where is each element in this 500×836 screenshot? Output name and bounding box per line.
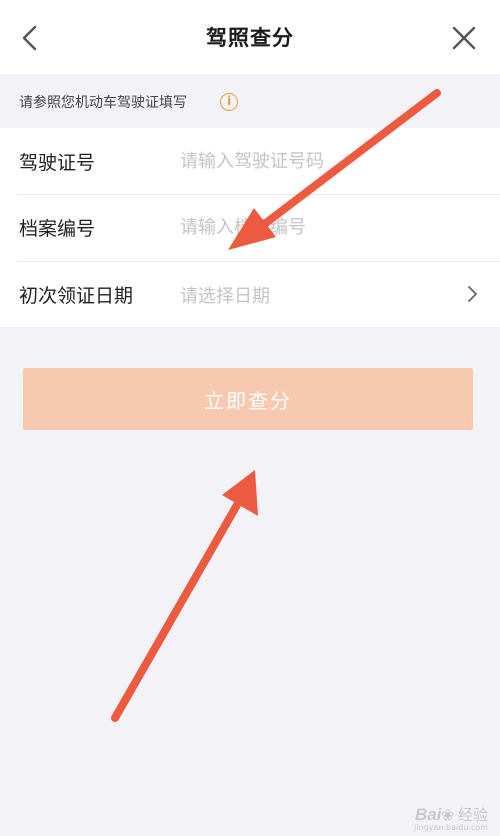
file-number-row: 档案编号 <box>0 194 500 260</box>
page-title: 驾照查分 <box>206 25 294 50</box>
file-number-input[interactable] <box>180 210 480 244</box>
date-select-placeholder[interactable]: 请选择日期 <box>180 282 270 308</box>
top-nav-bar: 驾照查分 <box>0 0 500 74</box>
baidu-watermark: Bai❀ 经验 jingyan.baidu.com <box>414 804 488 832</box>
hint-text: 请参照您机动车驾驶证填写 <box>19 95 187 111</box>
paw-icon: ❀ <box>441 806 454 824</box>
file-number-label: 档案编号 <box>19 218 96 240</box>
license-form: 驾驶证号 档案编号 初次领证日期 请选择日期 <box>0 128 500 327</box>
license-number-label: 驾驶证号 <box>19 152 96 174</box>
watermark-url: jingyan.baidu.com <box>414 823 488 832</box>
submit-query-button[interactable]: 立即查分 <box>23 368 473 430</box>
license-number-input[interactable] <box>180 144 480 178</box>
annotation-arrow-bottom <box>111 470 258 722</box>
close-icon[interactable] <box>450 24 478 52</box>
first-issue-date-row[interactable]: 初次领证日期 请选择日期 <box>0 261 500 327</box>
first-issue-date-label: 初次领证日期 <box>19 285 134 307</box>
watermark-logo: Bai <box>414 805 442 824</box>
chevron-right-icon <box>468 286 477 302</box>
license-number-row: 驾驶证号 <box>0 128 500 194</box>
info-icon[interactable]: i <box>220 93 238 111</box>
hint-bar: 请参照您机动车驾驶证填写 <box>0 74 500 128</box>
watermark-logo-suffix: 经验 <box>457 806 488 824</box>
